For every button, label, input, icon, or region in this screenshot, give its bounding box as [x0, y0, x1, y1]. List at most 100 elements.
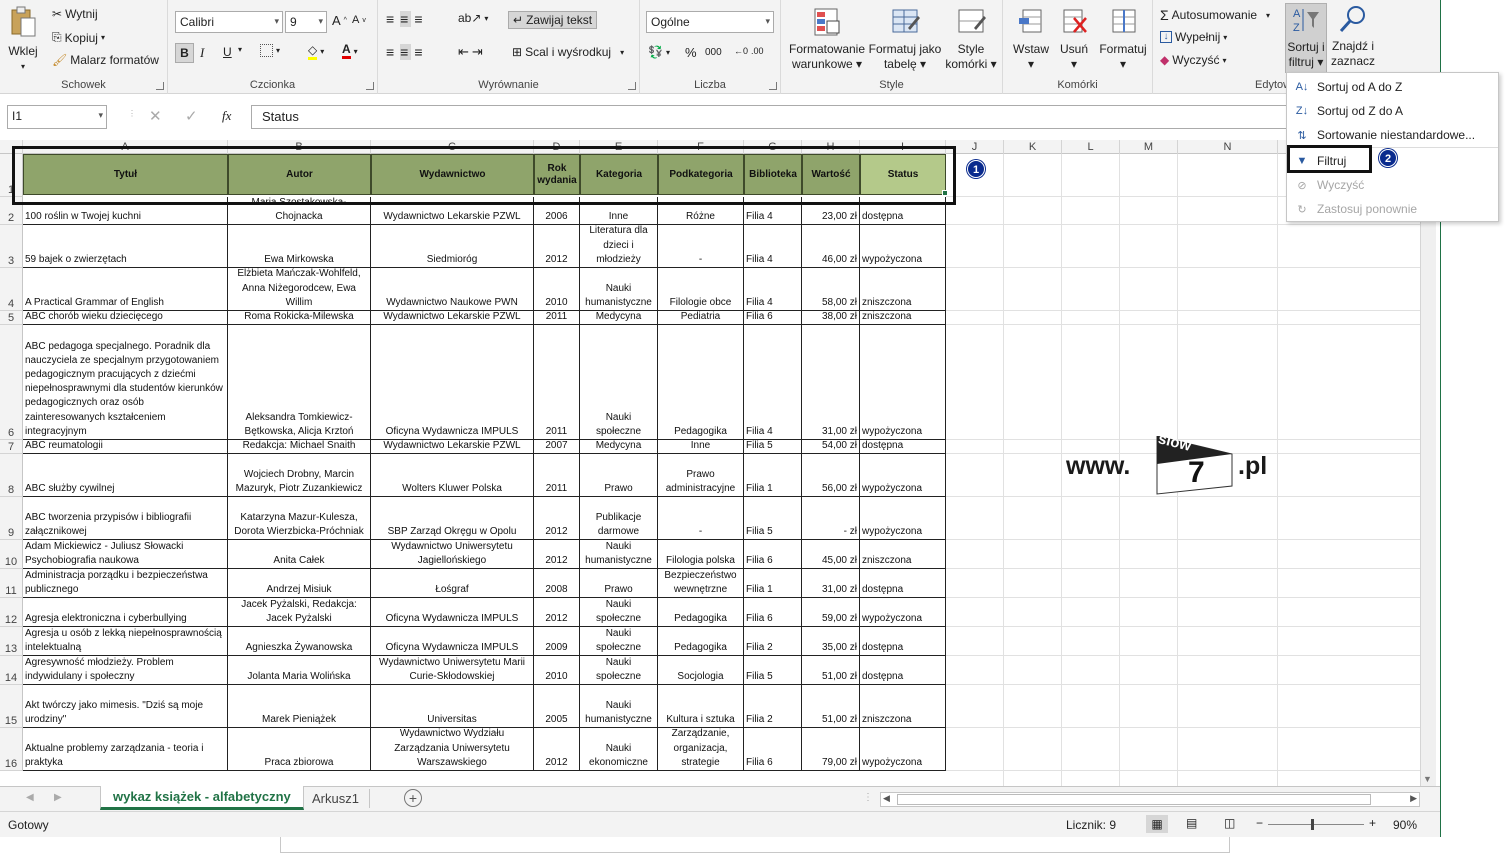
table-cell[interactable]: 54,00 zł [802, 440, 860, 454]
table-cell[interactable]: Katarzyna Mazur-Kulesza, Dorota Wierzbic… [228, 497, 371, 540]
table-cell[interactable]: 2009 [534, 627, 580, 656]
scroll-right-icon[interactable]: ▶ [1410, 793, 1417, 804]
vertical-align-buttons[interactable]: ≡ ≡ ≡ [386, 11, 426, 27]
indent-buttons[interactable]: ⇤ ⇥ [458, 44, 483, 60]
table-cell[interactable]: - [658, 225, 744, 268]
table-cell[interactable]: Agresywność młodzieży. Problem indywidul… [23, 656, 228, 685]
table-cell[interactable]: 51,00 zł [802, 656, 860, 685]
row-header[interactable]: 7 [0, 440, 23, 454]
table-cell[interactable]: 31,00 zł [802, 325, 860, 440]
table-cell[interactable]: A Practical Grammar of English [23, 268, 228, 311]
table-cell[interactable]: Filia 1 [744, 569, 802, 598]
row-header[interactable]: 6 [0, 325, 23, 440]
table-cell[interactable]: 46,00 zł [802, 225, 860, 268]
bold-button[interactable]: B [175, 43, 194, 63]
table-cell[interactable]: dostępna [860, 440, 946, 454]
table-cell[interactable]: dostępna [860, 656, 946, 685]
table-cell[interactable]: Medycyna [580, 311, 658, 325]
table-cell[interactable]: Socjologia [658, 656, 744, 685]
sort-filter-button[interactable]: AZ Sortuj i filtruj ▾ [1285, 3, 1327, 73]
table-cell[interactable]: 2008 [534, 569, 580, 598]
table-cell[interactable]: Pedagogika [658, 325, 744, 440]
menu-item-clear[interactable]: ⊘ Wyczyść [1287, 173, 1498, 197]
delete-cells-button[interactable]: Usuń ▾ [1053, 6, 1095, 72]
table-cell[interactable]: Filia 5 [744, 497, 802, 540]
table-cell[interactable]: wypożyczona [860, 728, 946, 771]
table-cell[interactable]: Medycyna [580, 440, 658, 454]
table-cell[interactable]: Pediatria [658, 311, 744, 325]
table-cell[interactable]: ABC pedagoga specjalnego. Poradnik dla n… [23, 325, 228, 440]
table-cell[interactable]: Wydawnictwo Lekarskie PZWL [371, 440, 534, 454]
table-cell[interactable]: - zł [802, 497, 860, 540]
menu-item-sort-az[interactable]: A↓ Sortuj od A do Z [1287, 75, 1498, 99]
borders-button[interactable]: ▾ [260, 44, 280, 57]
table-cell[interactable]: Anita Całek [228, 540, 371, 569]
table-cell[interactable]: Filia 6 [744, 598, 802, 627]
insert-function-button[interactable]: fx [222, 108, 231, 124]
format-cells-button[interactable]: Formatuj ▾ [1095, 6, 1151, 72]
row-header[interactable]: 5 [0, 311, 23, 325]
tab-scroll-left-icon[interactable]: ◀ [26, 792, 34, 803]
table-cell[interactable]: Roma Rokicka-Milewska [228, 311, 371, 325]
table-cell[interactable]: Ewa Mirkowska [228, 225, 371, 268]
table-cell[interactable]: Filia 4 [744, 268, 802, 311]
table-cell[interactable]: dostępna [860, 569, 946, 598]
scroll-down-icon[interactable]: ▼ [1423, 774, 1432, 784]
table-cell[interactable]: Wydawnictwo Lekarskie PZWL [371, 311, 534, 325]
conditional-formatting-button[interactable]: Formatowanie warunkowe ▾ [785, 6, 869, 72]
decrease-font-button[interactable]: Av [352, 14, 366, 26]
table-cell[interactable]: Administracja porządku i bezpieczeństwa … [23, 569, 228, 598]
number-format-select[interactable]: Ogólne ▾ [646, 11, 774, 33]
table-cell[interactable]: Filia 6 [744, 540, 802, 569]
table-cell[interactable]: Filia 5 [744, 656, 802, 685]
tab-arkusz1[interactable]: Arkusz1 [302, 789, 370, 808]
table-cell[interactable]: Prawo [580, 454, 658, 497]
table-cell[interactable]: wypożyczona [860, 325, 946, 440]
formula-input[interactable]: Status [251, 105, 1436, 129]
merge-center-button[interactable]: ⊞ Scal i wyśrodkuj ▾ [512, 45, 624, 59]
zoom-level[interactable]: 90% [1393, 818, 1417, 832]
table-cell[interactable]: 2012 [534, 225, 580, 268]
fill-button[interactable]: ↓ Wypełnij ▾ [1160, 30, 1227, 44]
zoom-slider-thumb[interactable] [1311, 819, 1314, 830]
underline-button[interactable]: U [223, 45, 232, 59]
table-cell[interactable]: 2011 [534, 311, 580, 325]
table-cell[interactable]: Publikacje darmowe [580, 497, 658, 540]
table-cell[interactable]: 2012 [534, 540, 580, 569]
normal-view-icon[interactable]: ▦ [1146, 815, 1168, 833]
currency-button[interactable]: 💱 ▾ [648, 45, 670, 59]
table-cell[interactable]: 79,00 zł [802, 728, 860, 771]
menu-item-reapply[interactable]: ↻ Zastosuj ponownie [1287, 197, 1498, 221]
table-cell[interactable]: 59,00 zł [802, 598, 860, 627]
paste-button[interactable]: Wklej ▾ [6, 6, 40, 74]
table-cell[interactable]: Jacek Pyżalski, Redakcja: Jacek Pyżalski [228, 598, 371, 627]
menu-item-sort-za[interactable]: Z↓ Sortuj od Z do A [1287, 99, 1498, 123]
table-cell[interactable]: Elżbieta Mańczak-Wohlfeld, Anna Niżegoro… [228, 268, 371, 311]
column-header-l[interactable]: L [1062, 140, 1120, 154]
table-cell[interactable]: Inne [658, 440, 744, 454]
table-cell[interactable]: - [658, 497, 744, 540]
row-header[interactable]: 4 [0, 268, 23, 311]
table-cell[interactable]: Prawo [580, 569, 658, 598]
table-cell[interactable]: Marek Pieniążek [228, 685, 371, 728]
table-cell[interactable]: Akt twórczy jako mimesis. "Dziś są moje … [23, 685, 228, 728]
table-cell[interactable]: Filia 2 [744, 627, 802, 656]
table-cell[interactable]: 35,00 zł [802, 627, 860, 656]
zoom-slider[interactable] [1268, 819, 1364, 830]
table-cell[interactable]: Filia 4 [744, 325, 802, 440]
table-cell[interactable]: ABC chorób wieku dziecięcego [23, 311, 228, 325]
table-cell[interactable]: 59 bajek o zwierzętach [23, 225, 228, 268]
table-cell[interactable]: Kultura i sztuka [658, 685, 744, 728]
table-cell[interactable]: wypożyczona [860, 598, 946, 627]
copy-button[interactable]: ⎘ Kopiuj ▾ [52, 30, 105, 45]
table-cell[interactable]: Redakcja: Michael Snaith [228, 440, 371, 454]
table-cell[interactable]: ABC reumatologii [23, 440, 228, 454]
table-cell[interactable]: Siedmioróg [371, 225, 534, 268]
table-cell[interactable]: ABC tworzenia przypisów i bibliografii z… [23, 497, 228, 540]
horizontal-align-buttons[interactable]: ≡ ≡ ≡ [386, 44, 426, 60]
table-cell[interactable]: Filia 4 [744, 225, 802, 268]
table-cell[interactable]: 2011 [534, 454, 580, 497]
insert-cells-button[interactable]: Wstaw ▾ [1009, 6, 1053, 72]
font-name-select[interactable]: Calibri ▾ [175, 11, 283, 33]
table-cell[interactable]: Nauki społeczne [580, 627, 658, 656]
